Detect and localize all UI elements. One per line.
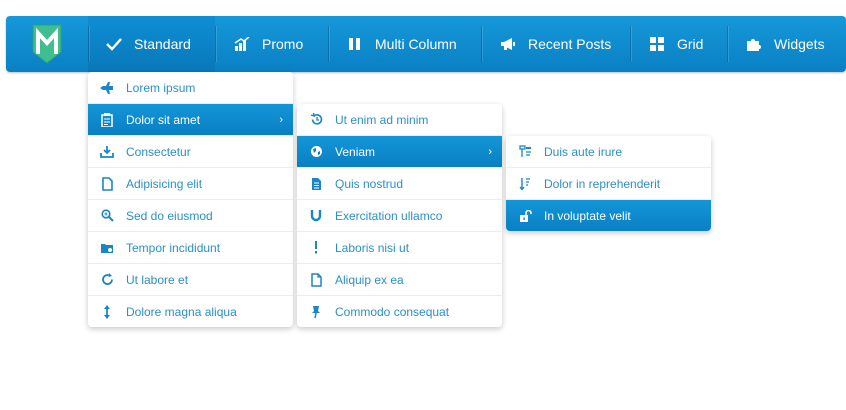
nav-label: Widgets bbox=[774, 36, 825, 52]
menu-item-label: In voluptate velit bbox=[544, 209, 631, 223]
submenu-veniam: Duis aute irure Dolor in reprehenderit I… bbox=[506, 136, 711, 231]
menu-item-label: Tempor incididunt bbox=[126, 240, 221, 255]
menu-item-label: Commodo consequat bbox=[335, 305, 450, 319]
nav-item-widgets[interactable]: Widgets bbox=[728, 16, 838, 72]
menu-item-dolor-in-reprehenderit[interactable]: Dolor in reprehenderit bbox=[506, 168, 711, 200]
nav-item-standard[interactable]: Standard bbox=[88, 16, 215, 72]
menu-item-label: Exercitation ullamco bbox=[335, 208, 443, 223]
menu-item-ut-enim-ad-minim[interactable]: Ut enim ad minim bbox=[297, 104, 502, 136]
globe-icon bbox=[309, 145, 323, 159]
menu-item-adipisicing-elit[interactable]: Adipisicing elit bbox=[88, 168, 293, 200]
menu-item-dolor-sit-amet[interactable]: Dolor sit amet › bbox=[88, 104, 293, 136]
menu-item-commodo-consequat[interactable]: Commodo consequat bbox=[297, 296, 502, 327]
nav-label: Recent Posts bbox=[528, 36, 612, 52]
nav-item-promo[interactable]: Promo bbox=[216, 16, 328, 72]
grid-icon bbox=[649, 36, 665, 52]
menu-item-tempor-incididunt[interactable]: Tempor incididunt bbox=[88, 232, 293, 264]
menu-item-label: Dolore magna aliqua bbox=[126, 305, 237, 319]
menu-item-label: Veniam bbox=[335, 144, 376, 159]
clipboard-icon bbox=[100, 112, 114, 127]
menu-item-label: Quis nostrud bbox=[335, 176, 404, 191]
menu-item-dolore-magna-aliqua[interactable]: Dolore magna aliqua bbox=[88, 296, 293, 327]
main-navbar: Standard Promo Multi Column Recent Posts… bbox=[6, 16, 846, 72]
file-icon bbox=[309, 272, 323, 287]
puzzle-icon bbox=[746, 36, 762, 52]
menu-item-sed-do-eiusmod[interactable]: Sed do eiusmod bbox=[88, 200, 293, 232]
nav-label: Multi Column bbox=[375, 36, 457, 52]
menu-item-lorem-ipsum[interactable]: Lorem ipsum bbox=[88, 72, 293, 104]
download-icon bbox=[100, 145, 114, 159]
menu-item-label: Consectetur bbox=[126, 144, 191, 159]
history-icon bbox=[309, 113, 323, 127]
refresh-icon bbox=[100, 273, 114, 287]
submenu-dolor-sit-amet: Ut enim ad minim Veniam › Quis nostrud E… bbox=[297, 104, 502, 327]
menu-item-label: Sed do eiusmod bbox=[126, 208, 213, 223]
bar-chart-icon bbox=[234, 36, 250, 52]
menu-item-consectetur[interactable]: Consectetur bbox=[88, 136, 293, 168]
menu-item-label: Ut enim ad minim bbox=[335, 112, 429, 127]
file-text-icon bbox=[309, 177, 323, 191]
check-icon bbox=[106, 36, 122, 52]
menu-item-label: Laboris nisi ut bbox=[335, 240, 410, 255]
zoom-icon bbox=[100, 209, 114, 223]
resize-vertical-icon bbox=[100, 305, 114, 319]
menu-item-laboris-nisi-ut[interactable]: Laboris nisi ut bbox=[297, 232, 502, 264]
menu-item-label: Adipisicing elit bbox=[126, 176, 203, 191]
exclamation-icon bbox=[309, 241, 323, 255]
menu-item-aliquip-ex-ea[interactable]: Aliquip ex ea bbox=[297, 264, 502, 296]
menu-item-duis-aute-irure[interactable]: Duis aute irure bbox=[506, 136, 711, 168]
nav-item-multi-column[interactable]: Multi Column bbox=[329, 16, 481, 72]
menu-item-ut-labore-et[interactable]: Ut labore et bbox=[88, 264, 293, 296]
document-icon bbox=[100, 176, 114, 191]
nav-item-recent-posts[interactable]: Recent Posts bbox=[482, 16, 630, 72]
chevron-right-icon: › bbox=[279, 113, 283, 126]
chevron-right-icon: › bbox=[488, 145, 492, 158]
menu-item-label: Duis aute irure bbox=[544, 144, 623, 159]
menu-item-label: Aliquip ex ea bbox=[335, 272, 404, 287]
menu-item-label: Lorem ipsum bbox=[126, 80, 196, 95]
nav-label: Promo bbox=[262, 36, 304, 52]
menu-item-label: Ut labore et bbox=[126, 272, 189, 287]
nav-item-grid[interactable]: Grid bbox=[631, 16, 727, 72]
menu-item-label: Dolor sit amet bbox=[126, 112, 201, 127]
filter-icon bbox=[518, 145, 532, 159]
sort-icon bbox=[518, 177, 532, 191]
plane-icon bbox=[100, 81, 114, 95]
magnet-icon bbox=[309, 209, 323, 223]
nav-label: Grid bbox=[677, 36, 704, 52]
menu-item-in-voluptate-velit[interactable]: In voluptate velit bbox=[506, 200, 711, 231]
dropdown-menu-standard: Lorem ipsum Dolor sit amet › Consectetur… bbox=[88, 72, 293, 327]
folder-icon bbox=[100, 241, 114, 255]
nav-label: Standard bbox=[134, 36, 191, 52]
menu-item-quis-nostrud[interactable]: Quis nostrud bbox=[297, 168, 502, 200]
logo[interactable] bbox=[30, 24, 64, 64]
menu-item-exercitation-ullamco[interactable]: Exercitation ullamco bbox=[297, 200, 502, 232]
megaphone-icon bbox=[500, 36, 516, 52]
menu-item-label: Dolor in reprehenderit bbox=[544, 176, 661, 191]
pushpin-icon bbox=[309, 305, 323, 319]
unlock-icon bbox=[518, 209, 532, 223]
menu-item-veniam[interactable]: Veniam › bbox=[297, 136, 502, 168]
columns-icon bbox=[347, 36, 363, 52]
